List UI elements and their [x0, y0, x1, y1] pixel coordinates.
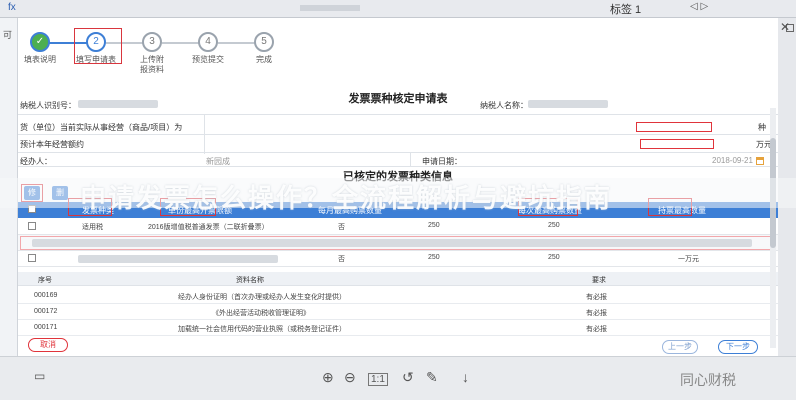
step-1[interactable]: ✓ 填表说明	[18, 32, 70, 65]
materials-header: 序号 资料名称 要求	[18, 272, 778, 286]
edit-icon[interactable]: ✎	[426, 369, 438, 386]
table-cell: 250	[548, 222, 560, 229]
step-progress: ✓ 填表说明 2 填写申请表 3 上传附报资料 4 预览提交 5 完成	[18, 18, 778, 84]
material-name: 加载统一社会信用代码的营业执照（或税务登记证件）	[178, 326, 346, 333]
apply-date-input[interactable]: 2018-09-21	[712, 156, 753, 165]
step-label: 填表说明	[24, 55, 56, 64]
zoom-out-icon[interactable]: ⊖	[344, 369, 356, 386]
close-icon[interactable]: ✕	[780, 20, 790, 34]
fx-label: fx	[8, 2, 16, 13]
divider	[18, 134, 778, 135]
screen-icon[interactable]: ▭	[34, 369, 45, 383]
unit-label: 种	[758, 123, 766, 132]
overlay-title: 申请发票怎么操作？全流程解析与避坑指南	[80, 183, 613, 213]
max-amount-label: 预计本年经营额约	[20, 140, 84, 149]
material-req: 有必报	[586, 326, 607, 333]
max-amount-input[interactable]	[640, 139, 714, 149]
top-strip: fx 标签 1 ◁ ▷	[0, 0, 796, 18]
material-no: 000171	[34, 324, 58, 331]
next-button[interactable]: 下一步	[718, 340, 758, 354]
table-cell: 一万元	[678, 256, 699, 263]
table-row[interactable]: 否 250 250 一万元	[18, 251, 778, 267]
table-cell: 否	[338, 256, 345, 263]
col-header: 序号	[38, 277, 52, 284]
tab-label[interactable]: 标签 1	[610, 1, 641, 17]
divider	[18, 152, 778, 153]
viewer-toolbar: ▭ ⊕ ⊖ 1:1 ↺ ✎ ↓	[0, 356, 796, 400]
materials-row[interactable]: 000171 加载统一社会信用代码的营业执照（或税务登记证件） 有必报	[18, 320, 778, 336]
col-header: 资料名称	[236, 277, 264, 284]
right-gutter	[778, 18, 796, 400]
table-cell: 适用税	[82, 224, 103, 231]
prev-button[interactable]: 上一步	[662, 340, 698, 354]
watermark: 同心财税	[680, 372, 736, 388]
check-icon: ✓	[30, 32, 50, 52]
redacted-cell	[78, 255, 278, 263]
tab-arrows[interactable]: ◁ ▷	[690, 1, 708, 12]
left-gutter: 可	[0, 18, 18, 400]
taxpayer-name-value	[528, 100, 608, 108]
step-number: 5	[254, 32, 274, 52]
table-cell: 2016版增值税普通发票（二联折叠票）	[148, 224, 269, 231]
step-label: 完成	[256, 55, 272, 64]
redacted-bar	[300, 5, 360, 11]
material-name: 《外出经营活动税收管理证明》	[212, 310, 310, 317]
table-row[interactable]	[18, 235, 778, 251]
table-cell: 250	[428, 222, 440, 229]
taxpayer-id-label: 纳税人识别号：	[20, 101, 76, 110]
business-label: 货（单位）当前实际从事经营（商品/项目）为	[20, 123, 183, 132]
divider	[410, 152, 411, 166]
step-5[interactable]: 5 完成	[234, 32, 294, 65]
table-cell: 250	[548, 254, 560, 261]
material-name: 经办人身份证明（首次办理或经办人发生变化时提供）	[178, 294, 346, 301]
step-label: 上传附报资料	[140, 55, 164, 74]
taxpayer-name-label: 纳税人名称：	[480, 101, 528, 110]
table-cell: 否	[338, 224, 345, 231]
material-req: 有必报	[586, 294, 607, 301]
table-cell: 250	[428, 254, 440, 261]
divider	[18, 166, 778, 167]
left-gutter-label: 可	[3, 30, 13, 40]
materials-row[interactable]: 000169 经办人身份证明（首次办理或经办人发生变化时提供） 有必报	[18, 288, 778, 304]
table-row[interactable]: 适用税 2016版增值税普通发票（二联折叠票） 否 250 250	[18, 219, 778, 235]
scrollbar[interactable]	[770, 108, 776, 348]
cancel-button[interactable]: 取消	[28, 338, 68, 352]
rotate-icon[interactable]: ↺	[402, 369, 414, 386]
calendar-icon[interactable]	[756, 157, 764, 165]
step-3[interactable]: 3 上传附报资料	[122, 32, 182, 75]
row-checkbox[interactable]	[28, 222, 36, 230]
step-4[interactable]: 4 预览提交	[178, 32, 238, 65]
material-req: 有必报	[586, 310, 607, 317]
business-count-input[interactable]	[636, 122, 712, 132]
material-no: 000172	[34, 308, 58, 315]
taxpayer-id-value	[78, 100, 158, 108]
zoom-in-icon[interactable]: ⊕	[322, 369, 334, 386]
download-icon[interactable]: ↓	[462, 369, 469, 385]
step-number: 4	[198, 32, 218, 52]
highlight-box	[20, 236, 772, 250]
step-label: 预览提交	[192, 55, 224, 64]
highlight-box	[74, 28, 122, 64]
step-number: 3	[142, 32, 162, 52]
divider	[18, 114, 778, 115]
col-header: 要求	[592, 277, 606, 284]
materials-row[interactable]: 000172 《外出经营活动税收管理证明》 有必报	[18, 304, 778, 320]
material-no: 000169	[34, 292, 58, 299]
actual-size-icon[interactable]: 1:1	[368, 373, 388, 386]
row-checkbox[interactable]	[28, 254, 36, 262]
